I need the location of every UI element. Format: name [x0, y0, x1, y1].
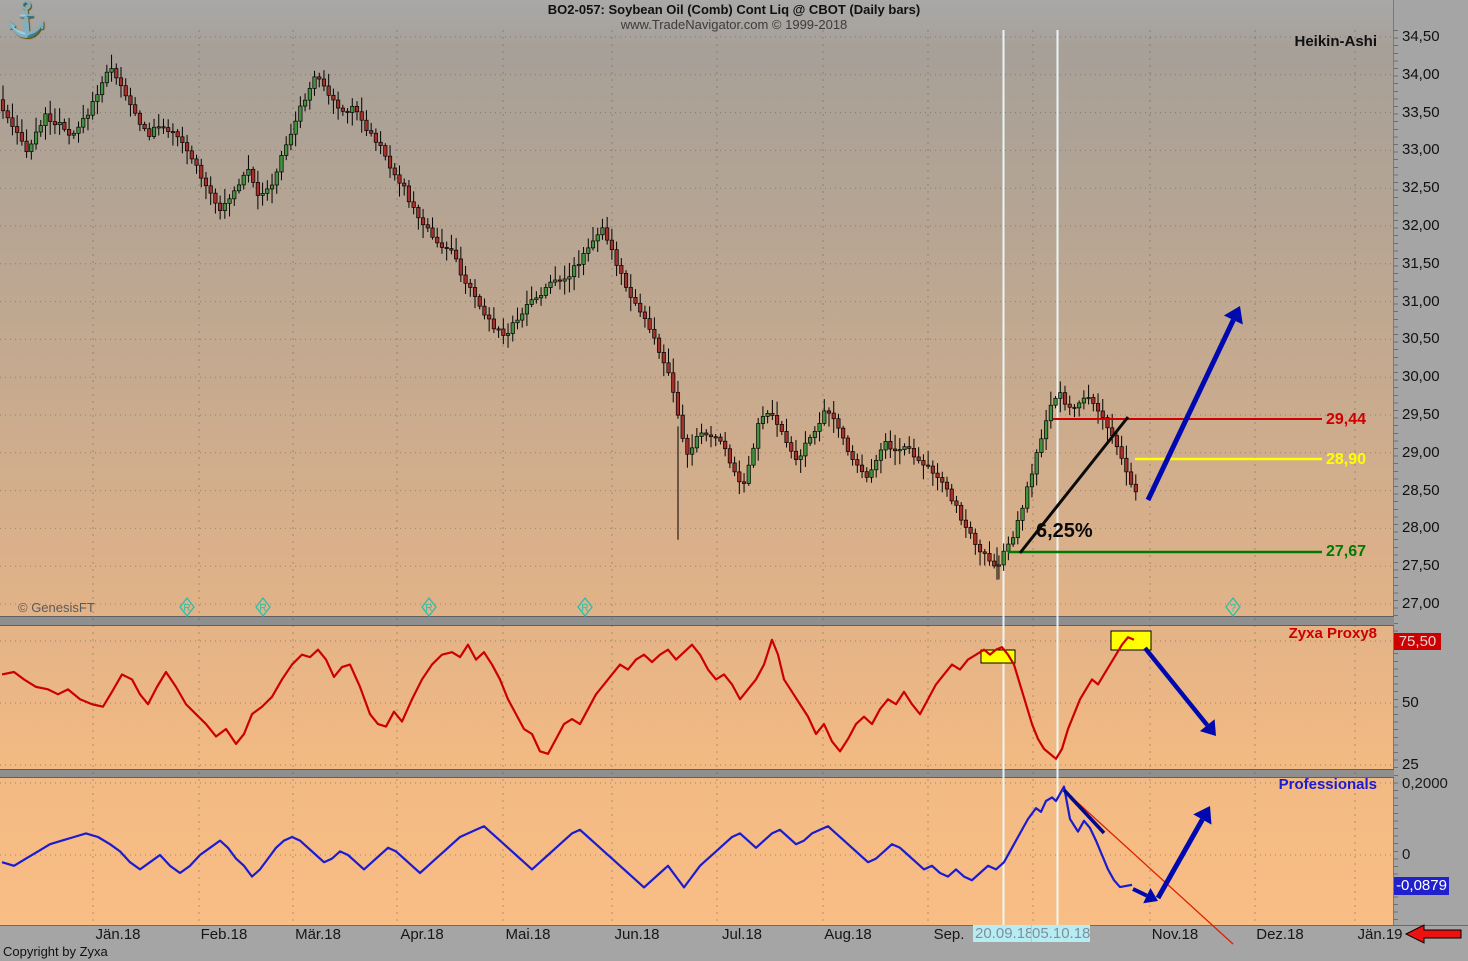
registration-diamond-icons: R R R R? [179, 596, 1241, 618]
price-axis-tick: 30,50 [1402, 330, 1440, 347]
panel2-zero-tick: 0 [1402, 846, 1411, 863]
candlestick-series [0, 54, 1138, 580]
chart-title: BO2-057: Soybean Oil (Comb) Cont Liq @ C… [547, 2, 921, 17]
price-axis-tick: 27,00 [1402, 595, 1440, 612]
gridlines [0, 30, 1392, 925]
highlight-box[interactable] [1110, 630, 1152, 651]
x-axis-month-label: Mär.18 [295, 926, 341, 943]
price-axis-tick: 29,50 [1402, 406, 1440, 423]
price-level-label-2944[interactable]: 29,44 [1326, 411, 1366, 429]
svg-text:?: ? [1230, 603, 1236, 614]
x-axis-month-label: Jän.19 [1357, 926, 1403, 943]
panel1-axis-tick: 50 [1402, 694, 1419, 711]
svg-text:R: R [259, 603, 266, 614]
x-axis-month-label: Dez.18 [1256, 926, 1304, 943]
price-axis-tick: 28,00 [1402, 519, 1440, 536]
panel2-top-tick: 0,2000 [1402, 775, 1448, 792]
price-axis-tick: 32,00 [1402, 217, 1440, 234]
x-axis-month-label: Apr.18 [400, 926, 444, 943]
price-axis-tick: 27,50 [1402, 557, 1440, 574]
proxy8-line [1, 630, 1152, 760]
price-axis-tick: 28,50 [1402, 482, 1440, 499]
x-axis-month-label: Jul.18 [721, 926, 763, 943]
price-level-label-2890[interactable]: 28,90 [1326, 451, 1366, 469]
svg-text:R: R [581, 603, 588, 614]
svg-text:R: R [425, 603, 432, 614]
price-axis-tick: 31,00 [1402, 293, 1440, 310]
svg-text:R: R [183, 603, 190, 614]
bar-style-label: Heikin-Ashi [1294, 33, 1377, 50]
panel1-axis-tick: 25 [1402, 756, 1419, 773]
red-left-arrow-icon[interactable] [1404, 924, 1462, 944]
price-axis-tick: 32,50 [1402, 179, 1440, 196]
chart-subtitle: www.TradeNavigator.com © 1999-2018 [620, 17, 848, 32]
chart-canvas[interactable]: R R R R? [0, 0, 1468, 960]
price-axis-tick: 34,50 [1402, 28, 1440, 45]
genesis-watermark: © GenesisFT [18, 600, 95, 615]
x-axis-month-label: Feb.18 [200, 926, 248, 943]
panel2-value-box: -0,0879 [1394, 877, 1449, 895]
price-axis-tick: 33,00 [1402, 141, 1440, 158]
x-axis-month-label: Jun.18 [614, 926, 660, 943]
panel1-title: Zyxa Proxy8 [1288, 625, 1377, 642]
price-axis-tick: 33,50 [1402, 104, 1440, 121]
x-axis-month-label: Aug.18 [824, 926, 872, 943]
price-axis-tick: 34,00 [1402, 66, 1440, 83]
panel2-title: Professionals [1278, 776, 1377, 793]
price-axis-tick: 29,00 [1402, 444, 1440, 461]
price-level-label-2767[interactable]: 27,67 [1326, 543, 1366, 561]
x-axis-month-label: Sep. [933, 926, 965, 943]
selected-date-1[interactable]: 20.09.18 [973, 925, 1031, 942]
x-axis-month-label: Nov.18 [1151, 926, 1199, 943]
panel1-value-box: 75,50 [1394, 633, 1441, 650]
retracement-percent-label[interactable]: 6,25% [1036, 520, 1093, 543]
trade-navigator-window: { "header": { "title": "BO2-057: Soybean… [0, 0, 1468, 961]
selected-date-2[interactable]: 05.10.18 [1031, 925, 1090, 942]
price-axis-tick: 31,50 [1402, 255, 1440, 272]
professionals-line [1, 785, 1234, 945]
x-axis-month-label: Mai.18 [505, 926, 551, 943]
x-axis-month-label: Jän.18 [95, 926, 141, 943]
price-axis-tick: 30,00 [1402, 368, 1440, 385]
copyright-text: Copyright by Zyxa [3, 944, 108, 959]
